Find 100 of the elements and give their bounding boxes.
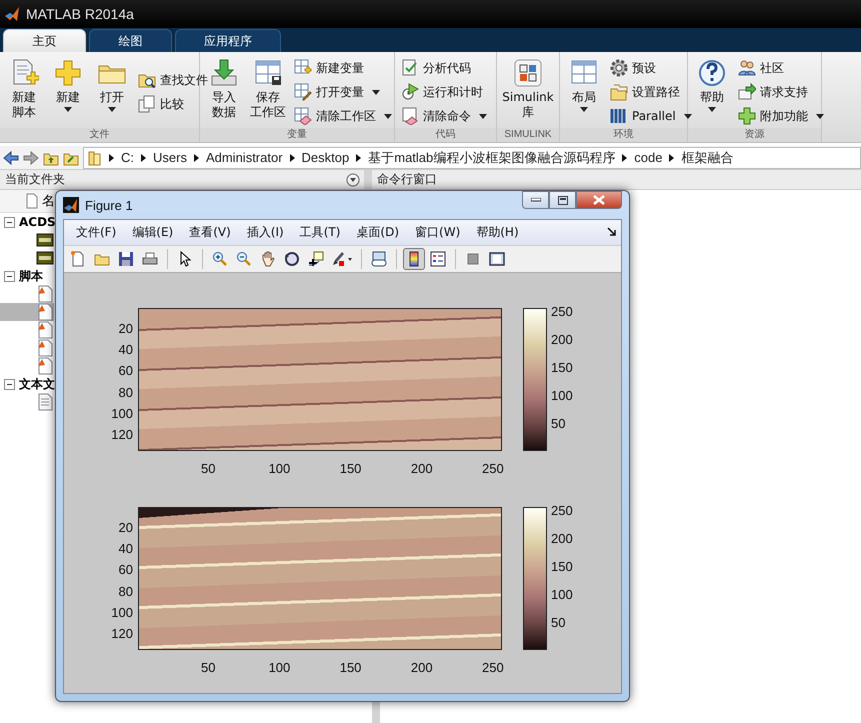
toolstrip-button[interactable]: 附加功能	[736, 106, 826, 126]
group-label[interactable]: 脚本	[19, 268, 43, 284]
x-tick-label: 250	[482, 660, 504, 675]
plus-icon	[738, 107, 756, 125]
new-file-icon	[70, 251, 86, 267]
x-tick-label: 50	[201, 660, 216, 675]
toolstrip-button[interactable]: 比较	[136, 94, 210, 114]
hand-icon	[260, 251, 276, 267]
x-tick-label: 150	[340, 461, 362, 476]
text-file-icon	[36, 393, 54, 411]
collapse-icon[interactable]	[4, 216, 15, 228]
y-tick-label: 20	[118, 321, 133, 336]
script-file-icon	[36, 285, 54, 303]
minimize-icon	[530, 198, 540, 202]
toolstrip-button[interactable]: 帮助	[692, 56, 732, 128]
run-timer-icon	[401, 83, 419, 101]
colorbar-tick-label: 50	[551, 614, 566, 630]
menu-item[interactable]: 插入(I)	[238, 222, 292, 243]
menu-item[interactable]: 窗口(W)	[407, 222, 468, 243]
toolstrip-button[interactable]: 打开变量	[292, 82, 394, 102]
compare-icon	[138, 95, 156, 113]
path-segment[interactable]: 框架融合	[681, 148, 734, 166]
minimize-button[interactable]	[522, 191, 549, 209]
ribbon-tab[interactable]: 主页	[3, 29, 86, 52]
path-segment[interactable]: Users	[153, 150, 187, 165]
y-tick-label: 40	[118, 342, 133, 358]
y-tick-label: 20	[118, 520, 133, 536]
toolstrip-button[interactable]: 社区	[736, 58, 826, 78]
path-segment[interactable]: Desktop	[302, 150, 350, 165]
toolstrip-button[interactable]: 新建变量	[292, 58, 394, 78]
rotate-icon	[284, 251, 300, 267]
toolstrip-button[interactable]: 分析代码	[399, 58, 489, 78]
toolstrip-button[interactable]: Simulink 库	[501, 56, 555, 128]
menu-item[interactable]: 编辑(E)	[124, 222, 182, 243]
toolstrip-button[interactable]: 清除命令	[399, 106, 489, 126]
x-tick-label: 150	[340, 660, 362, 675]
data-cursor-icon	[308, 251, 324, 267]
close-icon	[593, 195, 605, 205]
toolstrip-button[interactable]: 保存 工作区	[248, 56, 288, 128]
toolstrip-button[interactable]: 运行和计时	[399, 82, 489, 102]
breadcrumb-arrow-icon	[622, 154, 628, 162]
path-segment[interactable]: Administrator	[206, 150, 283, 165]
menu-item[interactable]: 帮助(H)	[468, 222, 527, 243]
group-label[interactable]: 文本文	[19, 376, 55, 392]
y-tick-label: 80	[118, 384, 133, 400]
toolstrip-button[interactable]: 布局	[564, 56, 604, 128]
envelope-arrow-icon	[738, 83, 756, 101]
toolstrip-button[interactable]: Parallel	[608, 106, 694, 126]
colorbar-tick-label: 150	[551, 558, 573, 574]
path-segment[interactable]: C:	[121, 150, 134, 165]
ribbon-tab[interactable]: 应用程序	[175, 29, 281, 52]
analyze-code-icon	[401, 59, 419, 77]
breadcrumb-arrow-icon	[194, 154, 199, 162]
y-tick-label: 60	[118, 363, 133, 378]
path-segment[interactable]: code	[634, 150, 662, 165]
matlab-logo-icon	[63, 197, 79, 213]
toolstrip-button[interactable]: 请求支持	[736, 82, 826, 102]
address-field[interactable]: C: Users Administrator Desktop 基于matlab编程小波框架图像融合源码程序 code 框架融合	[83, 146, 861, 168]
colorbar-tick-label: 150	[551, 360, 573, 375]
x-tick-label: 250	[482, 461, 504, 476]
script-file-icon	[36, 357, 54, 375]
zoom-in-icon	[212, 251, 228, 267]
x-tick-label: 200	[410, 461, 433, 476]
toolbar-button[interactable]	[403, 248, 425, 270]
y-tick-label: 80	[118, 584, 133, 599]
colorbar-tick-label: 100	[551, 586, 573, 602]
save-workspace-icon	[253, 58, 283, 88]
ribbon-tab[interactable]: 绘图	[89, 29, 172, 52]
menu-item[interactable]: 桌面(D)	[348, 222, 408, 243]
x-tick-label: 100	[268, 660, 290, 675]
menu-item[interactable]: 查看(V)	[181, 222, 239, 243]
x-tick-label: 50	[201, 461, 216, 476]
colorbar-tick-label: 250	[551, 502, 573, 518]
path-segment[interactable]: 基于matlab编程小波框架图像融合源码程序	[368, 148, 616, 166]
folder-icon	[88, 150, 102, 166]
parallel-icon	[610, 107, 628, 125]
menu-item[interactable]: 文件(F)	[68, 222, 124, 243]
close-button[interactable]	[576, 191, 622, 209]
window-title: Figure 1	[85, 198, 134, 212]
collapse-icon[interactable]	[4, 378, 15, 390]
y-tick-label: 120	[111, 427, 133, 442]
maximize-button[interactable]	[549, 191, 576, 209]
toolstrip-button[interactable]: 新建 脚本	[4, 56, 44, 128]
script-file-icon	[36, 321, 54, 339]
toolstrip-button[interactable]: 预设	[608, 58, 694, 78]
zoom-out-icon	[236, 251, 252, 267]
column-header[interactable]: 名	[42, 192, 55, 210]
collapse-icon[interactable]	[4, 270, 15, 282]
colorbar-tick-label: 200	[551, 530, 573, 546]
import-icon	[209, 58, 239, 88]
help-icon	[697, 58, 727, 88]
square-icon	[465, 251, 481, 267]
toolstrip-button[interactable]: 清除工作区	[292, 106, 394, 126]
toolstrip-button[interactable]: 查找文件	[136, 70, 210, 90]
toolstrip-button[interactable]: 打开	[92, 56, 132, 128]
toolstrip-button[interactable]: 设置路径	[608, 82, 694, 102]
y-tick-label: 120	[111, 626, 133, 642]
toolstrip-button[interactable]: 新建	[48, 56, 88, 128]
menu-item[interactable]: 工具(T)	[292, 222, 348, 243]
group-label[interactable]: ACDS	[19, 215, 56, 229]
